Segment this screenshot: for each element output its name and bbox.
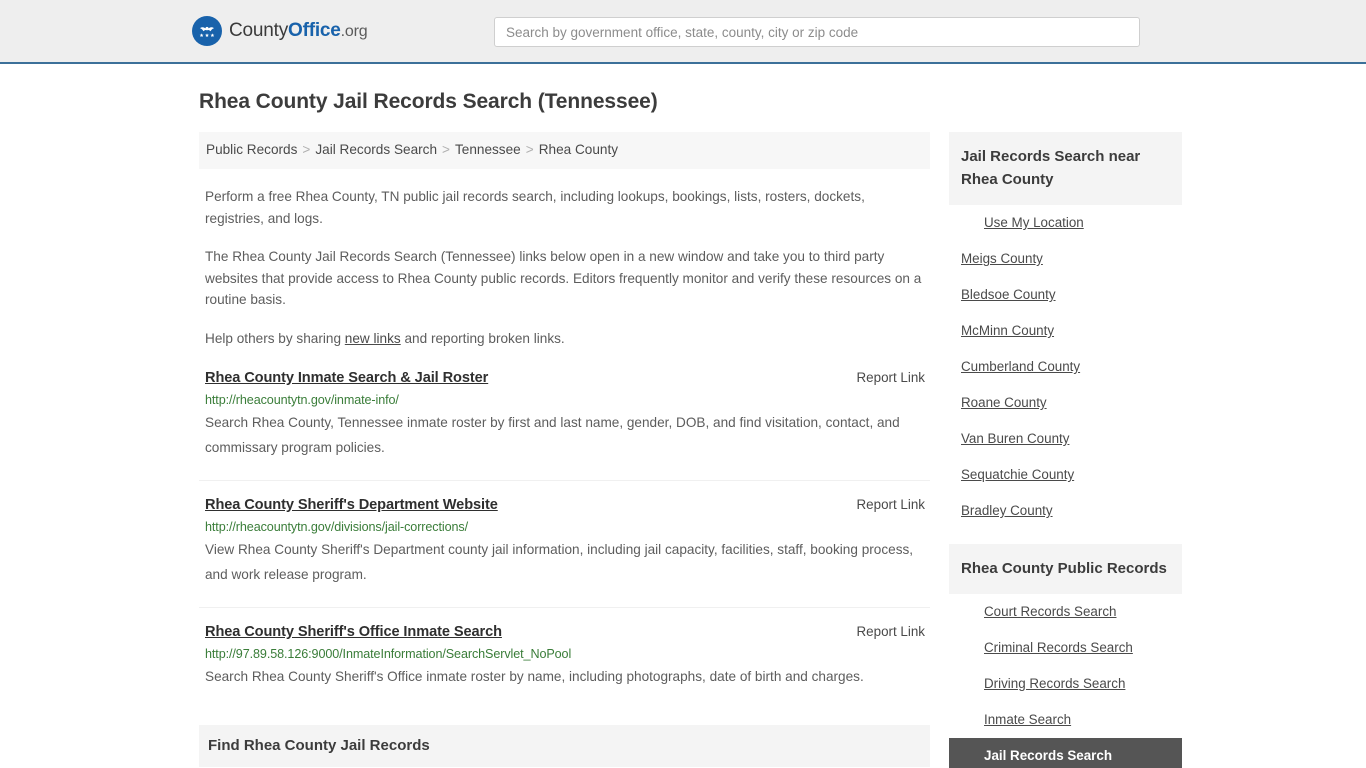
result-item: Rhea County Sheriff's Department Website…: [199, 497, 930, 608]
report-link-button[interactable]: Report Link: [857, 624, 925, 639]
sidebar-nearby-list: Use My Location Meigs County Bledsoe Cou…: [949, 205, 1182, 529]
list-item: Jail Records Search: [949, 738, 1182, 768]
search-input[interactable]: [494, 17, 1140, 47]
page-title: Rhea County Jail Records Search (Tenness…: [199, 90, 658, 113]
site-header: CountyOffice.org: [0, 0, 1366, 64]
report-link-button[interactable]: Report Link: [857, 370, 925, 385]
result-url[interactable]: http://97.89.58.126:9000/InmateInformati…: [205, 647, 930, 661]
result-header: Rhea County Sheriff's Office Inmate Sear…: [205, 624, 930, 640]
breadcrumb-item-rhea-county[interactable]: Rhea County: [539, 142, 618, 157]
breadcrumb-separator: >: [302, 142, 311, 157]
sidebar-public-records-header: Rhea County Public Records: [949, 544, 1182, 594]
result-url[interactable]: http://rheacountytn.gov/inmate-info/: [205, 393, 930, 407]
list-item: McMinn County: [949, 313, 1182, 349]
sidebar-divider: [949, 529, 1182, 544]
eagle-seal-icon: [192, 16, 222, 46]
sidebar-item-criminal-records-search[interactable]: Criminal Records Search: [949, 630, 1182, 666]
result-header: Rhea County Inmate Search & Jail Roster …: [205, 370, 930, 386]
breadcrumb-item-public-records[interactable]: Public Records: [206, 142, 297, 157]
results-list: Rhea County Inmate Search & Jail Roster …: [199, 370, 930, 709]
sidebar-item-inmate-search[interactable]: Inmate Search: [949, 702, 1182, 738]
result-description: Search Rhea County, Tennessee inmate ros…: [205, 415, 900, 455]
new-links-link[interactable]: new links: [345, 331, 401, 346]
list-item: Court Records Search: [949, 594, 1182, 630]
intro-paragraph-2: The Rhea County Jail Records Search (Ten…: [205, 249, 922, 307]
intro-text: Perform a free Rhea County, TN public ja…: [199, 186, 930, 349]
result-item: Rhea County Inmate Search & Jail Roster …: [199, 370, 930, 481]
page-container: Rhea County Jail Records Search (Tenness…: [0, 90, 1366, 768]
list-item: Van Buren County: [949, 421, 1182, 457]
brand-part-county: County: [229, 20, 289, 41]
sidebar-public-records-heading: Rhea County Public Records: [961, 560, 1167, 577]
breadcrumb-item-jail-records-search[interactable]: Jail Records Search: [315, 142, 437, 157]
brand-part-org: .org: [340, 23, 368, 40]
sidebar-nearby-heading: Jail Records Search near Rhea County: [961, 148, 1141, 188]
breadcrumb: Public Records > Jail Records Search > Tenne…: [199, 132, 930, 169]
list-item: Cumberland County: [949, 349, 1182, 385]
brand-wordmark: CountyOffice.org: [229, 20, 368, 42]
sidebar: Jail Records Search near Rhea County Use…: [949, 132, 1182, 768]
breadcrumb-separator: >: [525, 142, 534, 157]
result-item: Rhea County Sheriff's Office Inmate Sear…: [199, 624, 930, 709]
result-description: View Rhea County Sheriff's Department co…: [205, 542, 914, 582]
sidebar-nearby-header: Jail Records Search near Rhea County: [949, 132, 1182, 205]
list-item: Bledsoe County: [949, 277, 1182, 313]
sidebar-card-nearby: Jail Records Search near Rhea County Use…: [949, 132, 1182, 529]
intro-paragraph-1: Perform a free Rhea County, TN public ja…: [205, 189, 865, 226]
breadcrumb-item-tennessee[interactable]: Tennessee: [455, 142, 521, 157]
sidebar-item-van-buren-county[interactable]: Van Buren County: [949, 421, 1182, 457]
sidebar-card-public-records: Rhea County Public Records Court Records…: [949, 544, 1182, 768]
sidebar-item-cumberland-county[interactable]: Cumberland County: [949, 349, 1182, 385]
list-item: Use My Location: [949, 205, 1182, 241]
sidebar-item-use-my-location[interactable]: Use My Location: [949, 205, 1182, 241]
sidebar-public-records-list: Court Records Search Criminal Records Se…: [949, 594, 1182, 768]
list-item: Criminal Records Search: [949, 630, 1182, 666]
sidebar-item-court-records-search[interactable]: Court Records Search: [949, 594, 1182, 630]
result-title-link[interactable]: Rhea County Inmate Search & Jail Roster: [205, 370, 488, 386]
breadcrumb-separator: >: [442, 142, 450, 157]
result-url[interactable]: http://rheacountytn.gov/divisions/jail-c…: [205, 520, 930, 534]
brand-part-office: Office: [288, 20, 341, 41]
search-box[interactable]: [494, 17, 1140, 47]
content-columns: Public Records > Jail Records Search > Tenne…: [199, 132, 1182, 768]
list-item: Inmate Search: [949, 702, 1182, 738]
sidebar-item-bledsoe-county[interactable]: Bledsoe County: [949, 277, 1182, 313]
list-item: Driving Records Search: [949, 666, 1182, 702]
sidebar-item-driving-records-search[interactable]: Driving Records Search: [949, 666, 1182, 702]
list-item: Roane County: [949, 385, 1182, 421]
list-item: Meigs County: [949, 241, 1182, 277]
sidebar-item-mcminn-county[interactable]: McMinn County: [949, 313, 1182, 349]
intro-p3-before: Help others by sharing: [205, 330, 345, 346]
report-link-button[interactable]: Report Link: [857, 497, 925, 512]
find-records-heading-bar: Find Rhea County Jail Records: [199, 725, 930, 767]
main-content: Public Records > Jail Records Search > Tenne…: [199, 132, 930, 768]
sidebar-item-roane-county[interactable]: Roane County: [949, 385, 1182, 421]
list-item: Sequatchie County: [949, 457, 1182, 493]
find-records-heading: Find Rhea County Jail Records: [208, 737, 430, 754]
sidebar-item-meigs-county[interactable]: Meigs County: [949, 241, 1182, 277]
site-logo[interactable]: CountyOffice.org: [192, 16, 368, 46]
result-title-link[interactable]: Rhea County Sheriff's Department Website: [205, 497, 498, 513]
sidebar-item-jail-records-search[interactable]: Jail Records Search: [949, 738, 1182, 768]
intro-p3-after: and reporting broken links.: [400, 330, 565, 346]
result-header: Rhea County Sheriff's Department Website…: [205, 497, 930, 513]
result-title-link[interactable]: Rhea County Sheriff's Office Inmate Sear…: [205, 624, 502, 640]
sidebar-item-sequatchie-county[interactable]: Sequatchie County: [949, 457, 1182, 493]
list-item: Bradley County: [949, 493, 1182, 529]
intro-paragraph-3: Help others by sharing new links and rep…: [205, 328, 923, 350]
sidebar-item-bradley-county[interactable]: Bradley County: [949, 493, 1182, 529]
result-description: Search Rhea County Sheriff's Office inma…: [205, 669, 864, 684]
